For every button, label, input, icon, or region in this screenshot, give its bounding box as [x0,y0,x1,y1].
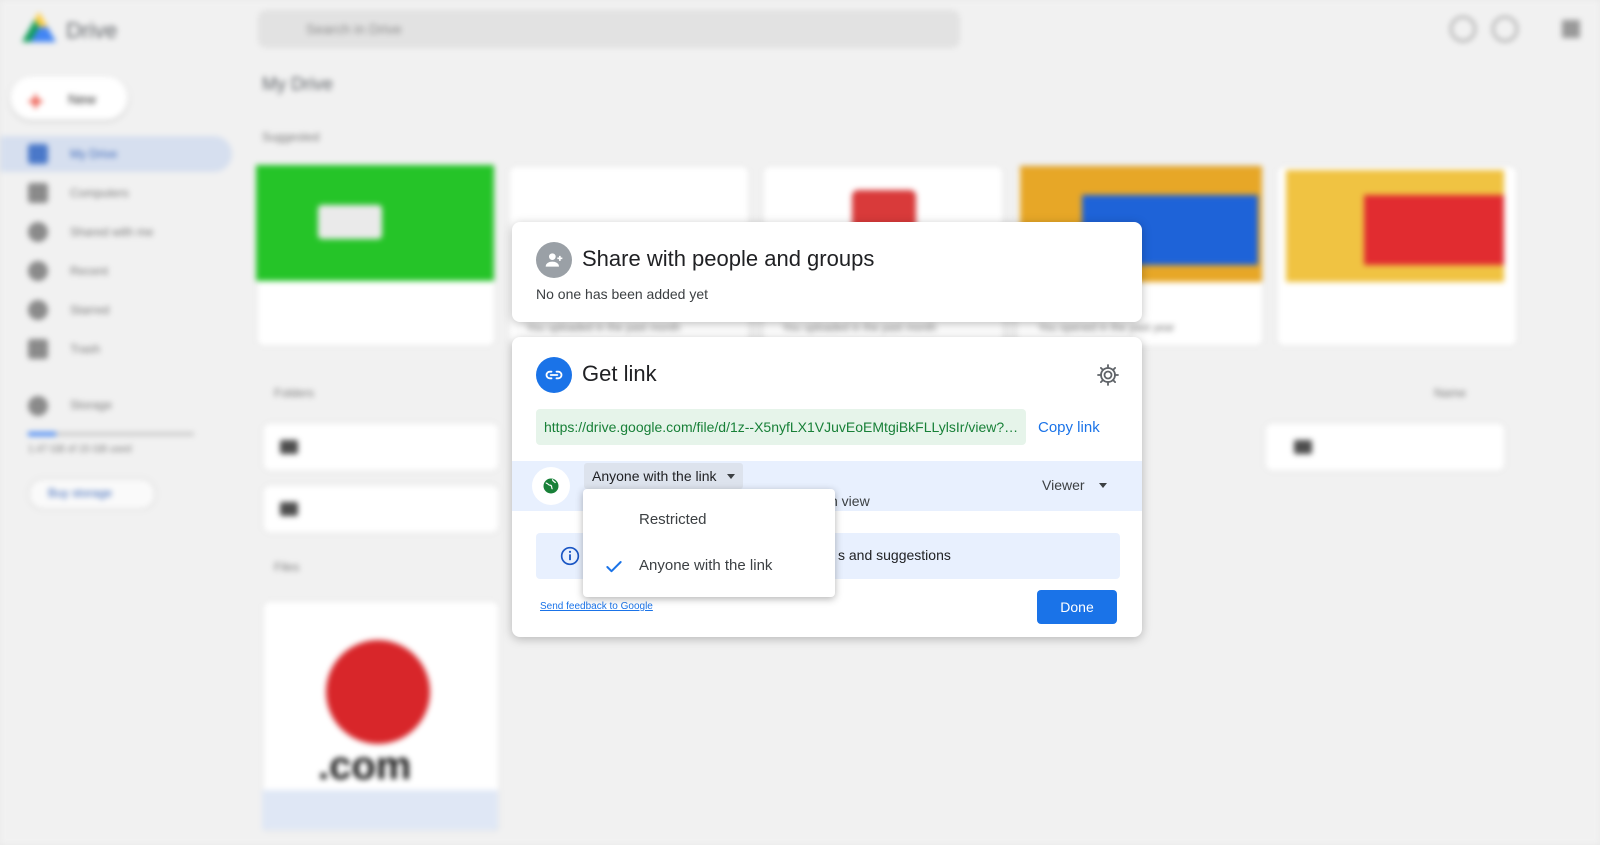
suggested-heading: Suggested [262,130,320,144]
recent-icon [28,261,48,281]
storage-bar-fill [28,432,56,436]
search-placeholder: Search in Drive [306,21,402,37]
add-person-icon [536,242,572,278]
video-thumbnail [318,205,382,239]
get-link-title: Get link [582,361,657,386]
sidebar-item-recent[interactable]: Recent [70,264,108,278]
sidebar-item-my-drive[interactable]: My Drive [70,147,117,161]
share-people-panel[interactable]: Share with people and groups No one has … [512,222,1142,322]
plus-icon: + [28,86,44,116]
access-options-menu: Restricted Anyone with the link [583,489,835,597]
globe-icon [532,467,570,505]
sidebar-item-starred[interactable]: Starred [70,303,109,317]
share-panel-title: Share with people and groups [582,246,875,271]
sidebar-item-computers[interactable]: Computers [70,186,129,200]
copy-link-button[interactable]: Copy link [1038,419,1100,436]
location-title[interactable]: My Drive [262,74,333,95]
info-text: s and suggestions [838,547,951,563]
new-label: New [68,91,97,107]
info-icon [560,546,580,566]
trash-icon [28,339,48,359]
get-link-panel[interactable]: Get link https://drive.google.com/file/d… [512,337,1142,637]
menu-item-label: Restricted [639,511,707,528]
dropdown-caret-icon [726,473,735,479]
files-heading: Files [274,560,300,574]
card-subtitle: You uploaded in the past month [526,322,681,334]
folder-icon [280,440,298,454]
computers-icon [28,183,48,203]
drive-logo-icon [22,12,56,42]
sort-label[interactable]: Name [1434,386,1466,400]
menu-item-anyone-with-link[interactable]: Anyone with the link [583,547,835,587]
checkmark-icon [603,557,625,577]
help-icon[interactable] [1450,16,1476,42]
my-drive-icon [28,144,48,164]
logo-suffix: .com [318,744,412,788]
storage-used-text: 1.47 GB of 15 GB used [28,444,132,455]
send-feedback-link[interactable]: Send feedback to Google [540,601,653,612]
folder-icon [1294,440,1312,454]
star-icon [28,300,48,320]
access-description: n view [830,493,870,509]
link-url-text[interactable]: https://drive.google.com/file/d/1z--X5ny… [544,419,1022,435]
folder-icon [280,502,298,516]
file-card-footer [262,790,498,830]
sidebar-item-shared[interactable]: Shared with me [70,225,153,239]
link-url-field[interactable]: https://drive.google.com/file/d/1z--X5ny… [536,409,1026,445]
role-dropdown[interactable]: Viewer [1042,477,1107,493]
storage-label: Storage [70,398,113,412]
menu-item-restricted[interactable]: Restricted [583,501,835,541]
app-name: Drive [66,18,118,43]
link-icon [536,357,572,393]
sidebar-item-trash[interactable]: Trash [70,342,100,356]
folders-heading: Folders [274,386,315,400]
done-button[interactable]: Done [1037,590,1117,624]
general-access-value: Anyone with the link [592,468,717,484]
gear-icon[interactable] [1096,363,1120,387]
role-value: Viewer [1042,477,1085,493]
apps-grid-icon[interactable] [1562,20,1580,38]
buy-storage-label: Buy storage [48,486,113,500]
card-thumbnail-banner [1364,195,1504,265]
card-subtitle: You uploaded in the past month [782,322,937,334]
card-subtitle: You opened in the past year [1038,322,1175,334]
share-panel-subtitle: No one has been added yet [536,286,709,302]
cloud-icon [28,396,48,416]
site-logo-icon [326,640,430,744]
menu-item-label: Anyone with the link [639,557,773,574]
settings-icon[interactable] [1492,16,1518,42]
role-caret-icon [1098,482,1107,488]
general-access-dropdown[interactable]: Anyone with the link [584,463,743,489]
shared-icon [28,222,48,242]
